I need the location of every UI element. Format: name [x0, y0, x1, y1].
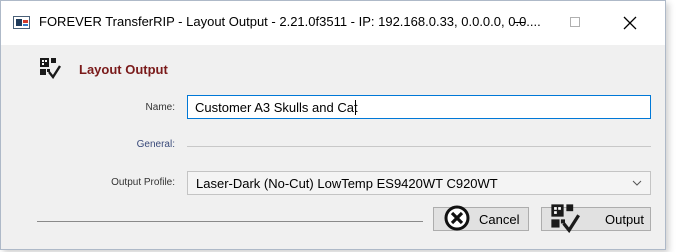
general-label: General: [136, 139, 175, 150]
output-profile-value: Laser-Dark (No-Cut) LowTemp ES9420WT C92… [196, 176, 498, 191]
footer-divider [37, 221, 423, 222]
maximize-icon [570, 17, 580, 27]
dialog-content: Layout Output Name: General: Output Prof… [1, 45, 665, 249]
title-bar[interactable]: FOREVER TransferRIP - Layout Output - 2.… [1, 1, 665, 45]
output-label: Output [605, 212, 645, 227]
cancel-label: Cancel [479, 212, 520, 227]
minimize-button[interactable] [497, 1, 543, 45]
layout-output-icon [40, 58, 61, 79]
section-heading: Layout Output [79, 62, 168, 77]
minimize-icon [514, 22, 525, 23]
output-icon [551, 204, 580, 233]
output-profile-select[interactable]: Laser-Dark (No-Cut) LowTemp ES9420WT C92… [187, 171, 651, 195]
output-profile-label: Output Profile: [111, 177, 175, 188]
chevron-down-icon [632, 180, 642, 186]
name-input[interactable] [187, 95, 651, 119]
close-button[interactable] [607, 1, 653, 45]
layout-output-dialog: FOREVER TransferRIP - Layout Output - 2.… [0, 0, 666, 250]
general-divider [187, 146, 651, 147]
output-button[interactable]: Output [541, 204, 651, 233]
cancel-icon [444, 205, 470, 231]
maximize-button[interactable] [553, 1, 599, 45]
window-title: FOREVER TransferRIP - Layout Output - 2.… [39, 14, 541, 29]
app-icon [13, 16, 30, 29]
cancel-button[interactable]: Cancel [433, 205, 529, 231]
text-caret [355, 100, 356, 115]
close-icon [623, 16, 637, 30]
name-label: Name: [145, 102, 175, 113]
